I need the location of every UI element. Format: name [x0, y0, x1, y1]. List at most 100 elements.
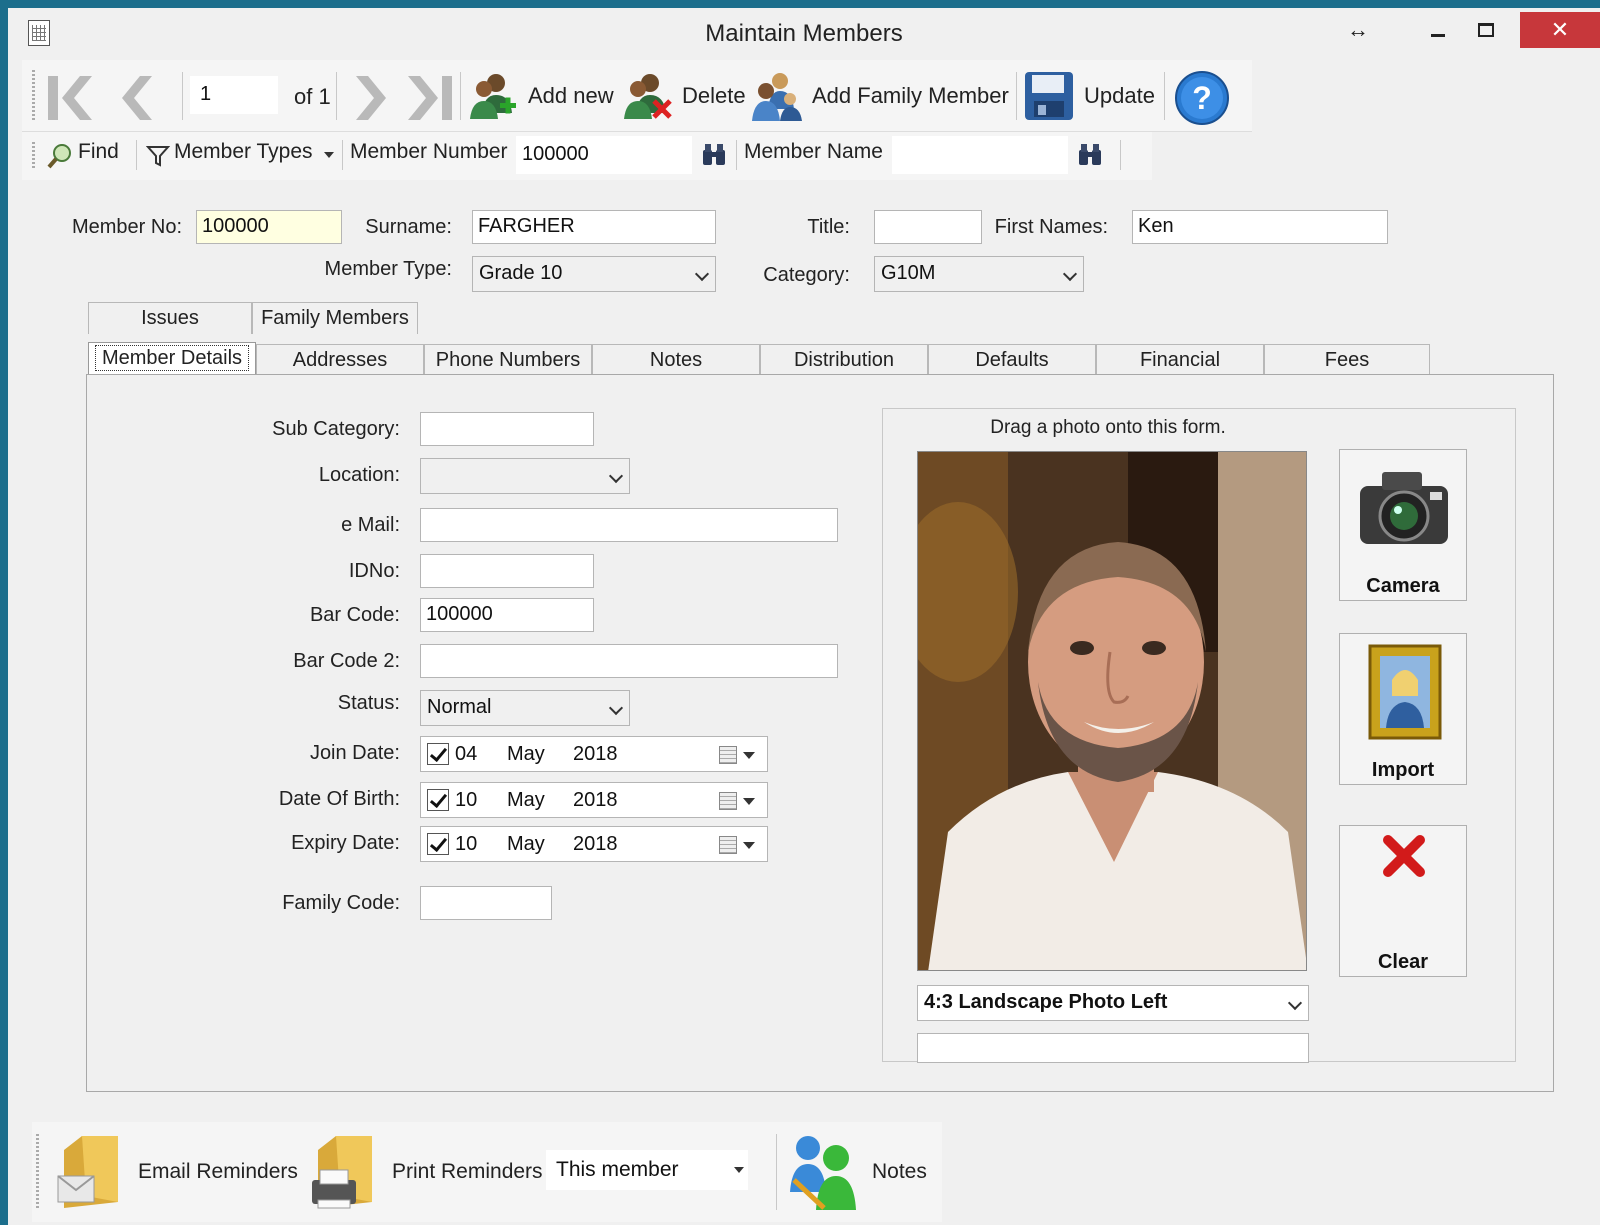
date-of-birth-picker[interactable]: 10 May 2018 [420, 782, 768, 818]
tab-phone-numbers[interactable]: Phone Numbers [424, 344, 592, 376]
import-button[interactable]: Import [1339, 633, 1467, 785]
calendar-icon[interactable] [719, 792, 737, 810]
member-number-search-input[interactable]: 100000 [516, 136, 692, 174]
binoculars-icon[interactable] [1076, 142, 1104, 168]
expiry-year[interactable]: 2018 [573, 833, 618, 856]
expiry-day[interactable]: 10 [455, 833, 477, 856]
bottom-toolbar: Email Reminders Print Reminders This mem… [32, 1122, 942, 1222]
maximize-button[interactable] [1466, 12, 1506, 48]
tab-issues[interactable]: Issues [88, 302, 252, 334]
update-button[interactable]: Update [1022, 66, 1155, 126]
title-field[interactable] [874, 210, 982, 244]
date-of-birth-checkbox[interactable] [427, 789, 449, 811]
tab-addresses[interactable]: Addresses [256, 344, 424, 376]
delete-button[interactable]: Delete [620, 66, 746, 126]
member-photo[interactable] [917, 451, 1307, 971]
expiry-month[interactable]: May [507, 833, 545, 856]
member-number-label: Member Number [350, 140, 508, 163]
help-icon[interactable]: ? [1174, 70, 1230, 126]
dob-day[interactable]: 10 [455, 789, 477, 812]
minimize-button[interactable] [1418, 12, 1458, 48]
tab-financial[interactable]: Financial [1096, 344, 1264, 376]
dob-year[interactable]: 2018 [573, 789, 618, 812]
update-label: Update [1084, 83, 1155, 108]
tab-fees[interactable]: Fees [1264, 344, 1430, 376]
photo-caption-field[interactable] [917, 1033, 1309, 1063]
join-date-month[interactable]: May [507, 743, 545, 766]
notes-button[interactable]: Notes [786, 1122, 927, 1222]
idno-field[interactable] [420, 554, 594, 588]
toolbar-separator [136, 140, 137, 170]
status-label: Status: [337, 692, 400, 714]
chevron-down-icon[interactable] [743, 842, 755, 849]
tab-distribution[interactable]: Distribution [760, 344, 928, 376]
bar-code-2-field[interactable] [420, 644, 838, 678]
find-button[interactable]: Find [78, 140, 119, 164]
member-type-value: Grade 10 [479, 262, 563, 284]
expiry-date-checkbox[interactable] [427, 833, 449, 855]
previous-record-icon[interactable] [110, 70, 166, 126]
tab-family-members[interactable]: Family Members [252, 302, 418, 334]
sub-category-field[interactable] [420, 412, 594, 446]
add-family-member-button[interactable]: Add Family Member [750, 66, 1009, 126]
first-record-icon[interactable] [44, 70, 100, 126]
notes-label: Notes [872, 1160, 927, 1183]
toolbar-grip[interactable] [36, 1134, 39, 1210]
next-record-icon[interactable] [342, 70, 398, 126]
binoculars-icon[interactable] [700, 142, 728, 168]
status-select[interactable]: Normal [420, 690, 630, 726]
email-reminders-label: Email Reminders [138, 1160, 298, 1183]
join-date-picker[interactable]: 04 May 2018 [420, 736, 768, 772]
toolbar-separator [182, 72, 183, 120]
category-select[interactable]: G10M [874, 256, 1084, 292]
toolbar-separator [342, 140, 343, 170]
toolbar-grip[interactable] [32, 70, 35, 122]
toolbar-separator [776, 1134, 777, 1210]
member-types-chevron-icon[interactable] [324, 152, 334, 158]
reminder-scope-select[interactable]: This member [546, 1150, 748, 1190]
last-record-icon[interactable] [400, 70, 456, 126]
join-date-day[interactable]: 04 [455, 743, 477, 766]
family-code-field[interactable] [420, 886, 552, 920]
status-value: Normal [427, 696, 492, 718]
first-names-field[interactable]: Ken [1132, 210, 1388, 244]
join-date-year[interactable]: 2018 [573, 743, 618, 766]
location-label: Location: [318, 464, 400, 486]
tab-member-details[interactable]: Member Details [88, 342, 256, 376]
photo-layout-select[interactable]: 4:3 Landscape Photo Left [917, 985, 1309, 1021]
join-date-label: Join Date: [309, 742, 400, 764]
calendar-icon[interactable] [719, 836, 737, 854]
email-reminders-button[interactable]: Email Reminders [56, 1122, 298, 1222]
resize-icon[interactable]: ↔ [1338, 12, 1378, 48]
chevron-down-icon[interactable] [743, 798, 755, 805]
notes-people-icon [790, 1136, 856, 1210]
calendar-icon[interactable] [719, 746, 737, 764]
location-select[interactable] [420, 458, 630, 494]
surname-field[interactable]: FARGHER [472, 210, 716, 244]
bar-code-field[interactable]: 100000 [420, 598, 594, 632]
member-types-dropdown[interactable]: Member Types [174, 140, 313, 164]
toolbar-separator [736, 140, 737, 170]
bar-code-label: Bar Code: [309, 604, 400, 626]
toolbar-grip[interactable] [32, 142, 35, 170]
member-no-label: Member No: [71, 216, 182, 238]
tab-notes[interactable]: Notes [592, 344, 760, 376]
dob-month[interactable]: May [507, 789, 545, 812]
print-reminders-button[interactable]: Print Reminders [310, 1122, 543, 1222]
tab-defaults[interactable]: Defaults [928, 344, 1096, 376]
reminder-scope-value: This member [556, 1158, 679, 1181]
camera-button[interactable]: Camera [1339, 449, 1467, 601]
find-icon [47, 144, 71, 169]
chevron-down-icon[interactable] [743, 752, 755, 759]
clear-label: Clear [1377, 951, 1429, 973]
member-no-field[interactable]: 100000 [196, 210, 342, 244]
close-button[interactable]: ✕ [1520, 12, 1600, 48]
add-new-button[interactable]: Add new [466, 66, 614, 126]
join-date-checkbox[interactable] [427, 743, 449, 765]
record-position-input[interactable]: 1 [190, 76, 278, 114]
email-field[interactable] [420, 508, 838, 542]
clear-button[interactable]: Clear [1339, 825, 1467, 977]
member-type-select[interactable]: Grade 10 [472, 256, 716, 292]
expiry-date-picker[interactable]: 10 May 2018 [420, 826, 768, 862]
member-name-search-input[interactable] [892, 136, 1068, 174]
